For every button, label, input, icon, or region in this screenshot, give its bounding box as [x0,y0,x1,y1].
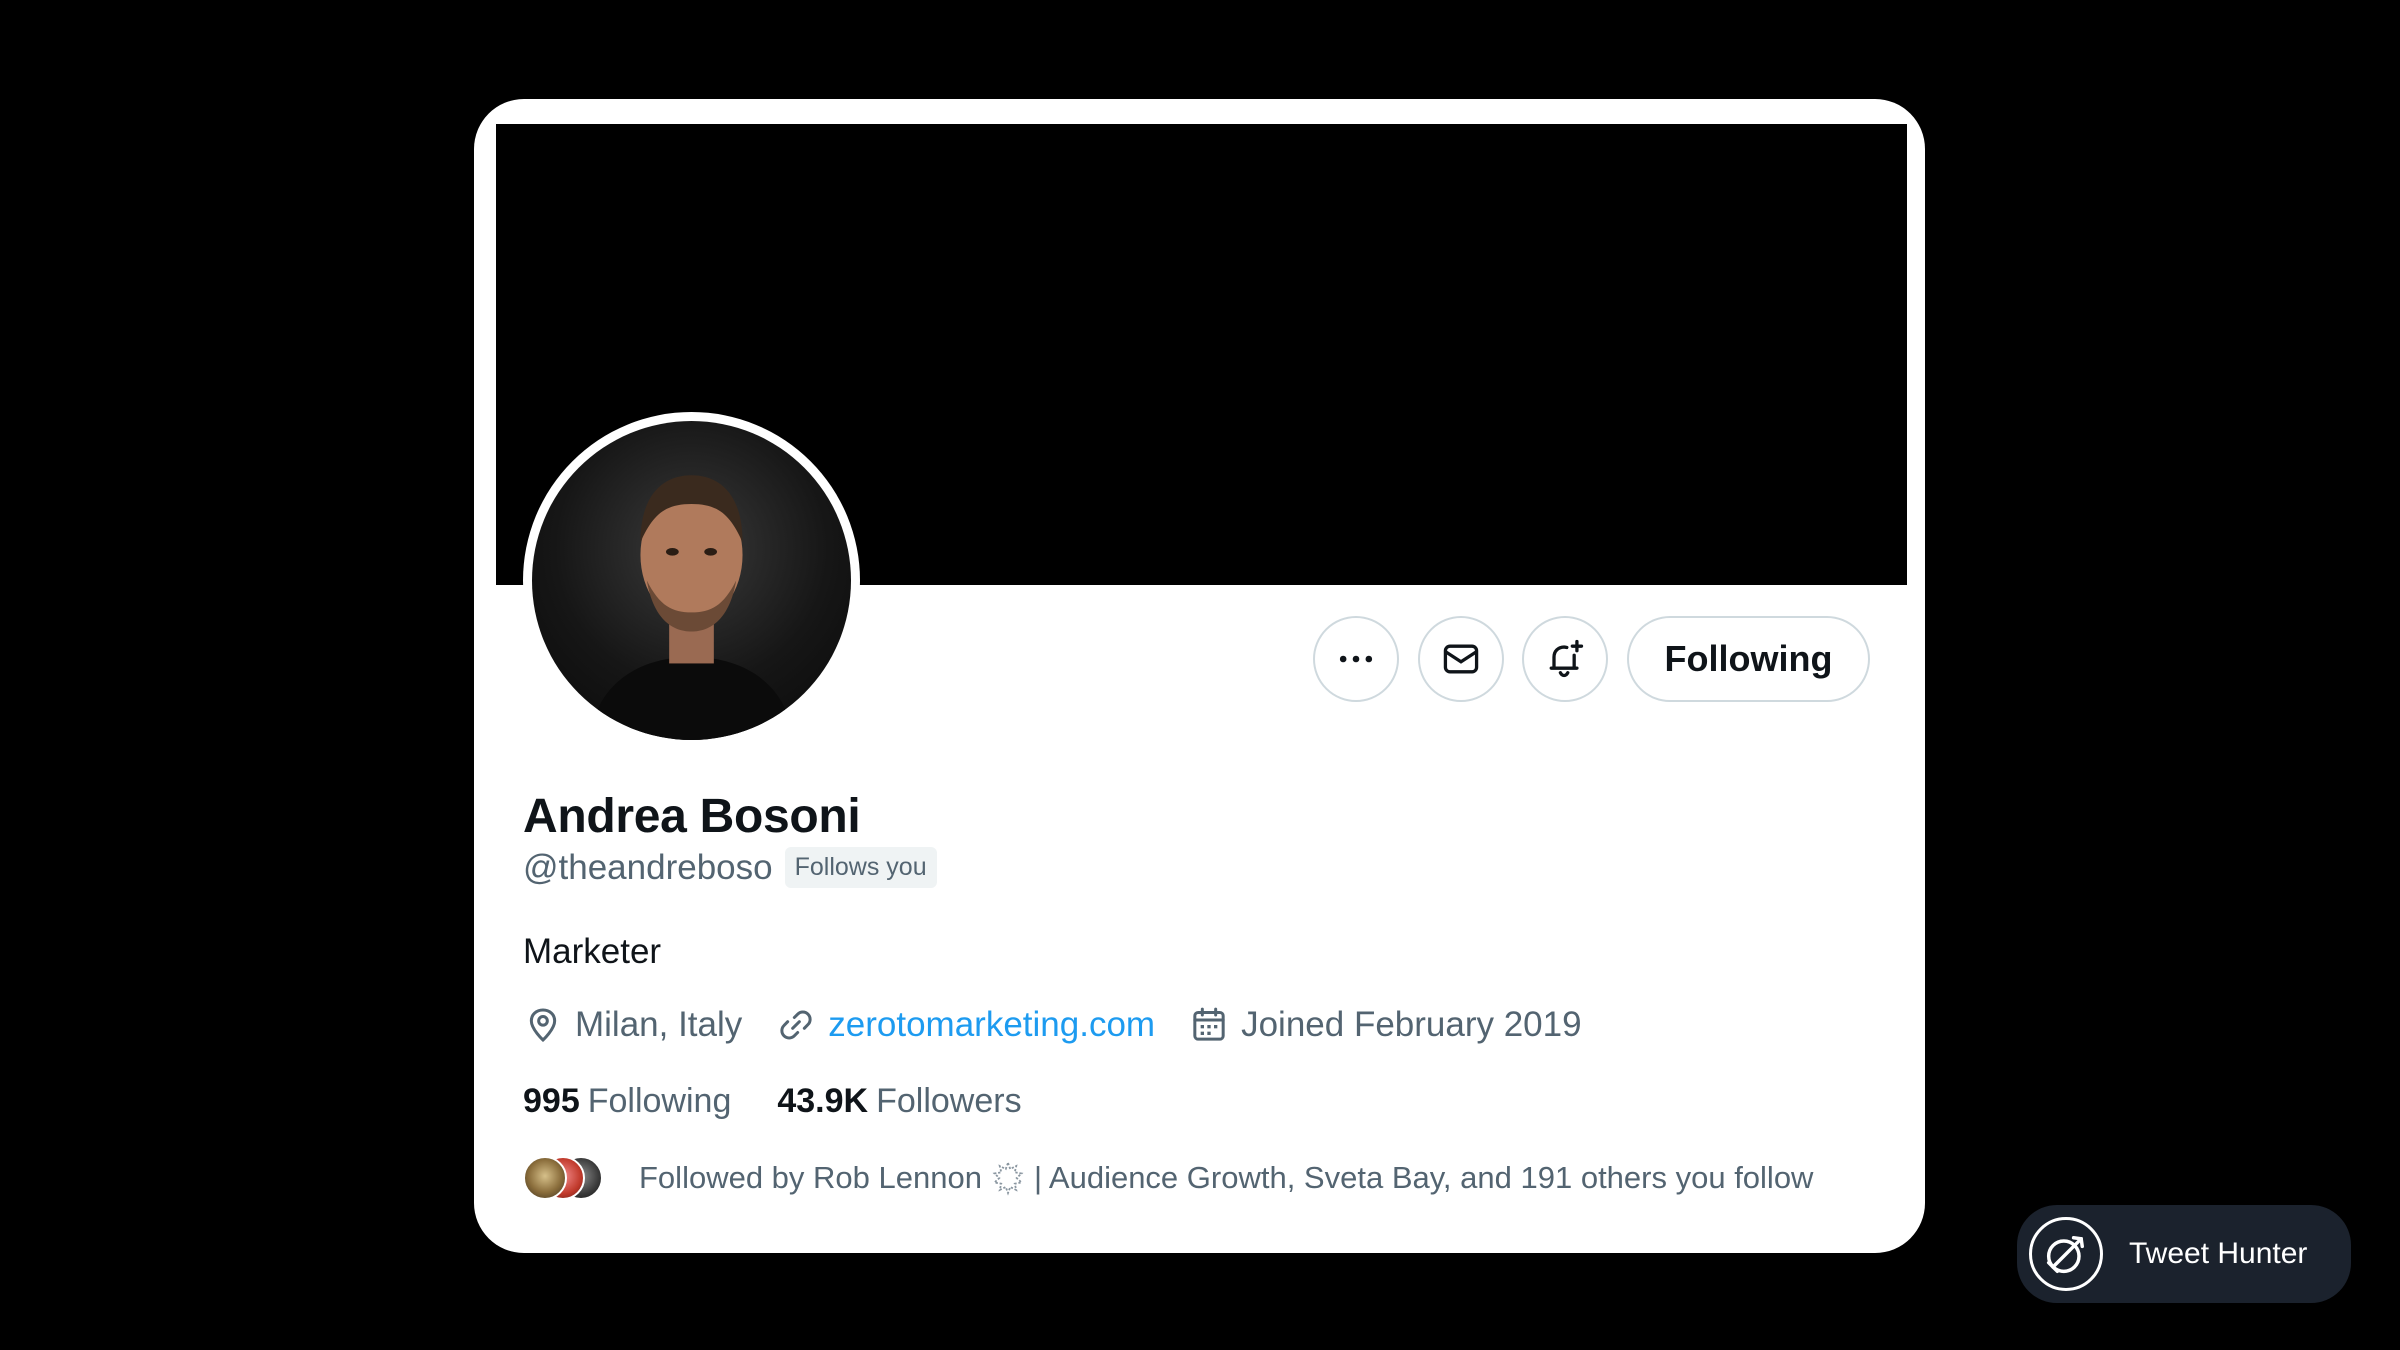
handle-row: @theandreboso Follows you [523,847,937,888]
sparkle-badge-icon [990,1160,1026,1196]
more-horizontal-icon [1339,655,1373,663]
followers-stat-link[interactable]: 43.9K Followers [777,1082,1021,1121]
tweet-hunter-logo [2029,1217,2103,1291]
profile-avatar[interactable] [523,412,860,749]
following-count: 995 [523,1082,580,1120]
profile-card: Following Andrea Bosoni @theandreboso Fo… [474,99,1925,1253]
followed-by-suffix: | Audience Growth, Sveta Bay, and 191 ot… [1033,1160,1814,1195]
location-item: Milan, Italy [523,1005,742,1045]
tweet-hunter-label: Tweet Hunter [2129,1237,2308,1270]
follow-stats: 995 Following 43.9K Followers [523,1082,1068,1121]
website-link[interactable]: zerotomarketing.com [828,1005,1155,1045]
mutual-follower-avatars [523,1156,607,1200]
followed-by-row[interactable]: Followed by Rob Lennon | Audience Growth… [523,1156,1813,1200]
joined-item: Joined February 2019 [1189,1005,1582,1045]
bell-plus-icon [1549,639,1584,678]
more-options-button[interactable] [1313,616,1399,702]
profile-handle: @theandreboso [523,847,773,887]
avatar [523,1156,567,1200]
location-text: Milan, Italy [575,1005,743,1044]
following-stat-label: Following [587,1082,732,1120]
target-arrow-icon [2046,1236,2084,1274]
profile-meta: Milan, Italy zerotomarketing.com Joined … [523,1005,1616,1045]
person-portrait-icon [589,475,794,740]
followers-count: 43.9K [777,1082,869,1120]
website-item: zerotomarketing.com [776,1005,1155,1045]
link-icon [780,1010,812,1040]
joined-text: Joined February 2019 [1241,1005,1582,1044]
tweet-hunter-badge[interactable]: Tweet Hunter [2017,1205,2351,1303]
profile-bio: Marketer [523,932,662,971]
calendar-icon [1193,1007,1225,1041]
location-pin-icon [529,1008,557,1043]
followed-by-prefix: Followed by Rob Lennon [639,1160,982,1195]
mail-icon [1443,644,1479,674]
following-stat-link[interactable]: 995 Following [523,1082,731,1121]
following-button[interactable]: Following [1627,616,1870,702]
avatar-photo [532,421,851,740]
notifications-button[interactable] [1522,616,1608,702]
follows-you-badge: Follows you [784,847,937,888]
followers-stat-label: Followers [876,1082,1022,1120]
message-button[interactable] [1418,616,1504,702]
profile-name: Andrea Bosoni [523,790,861,843]
